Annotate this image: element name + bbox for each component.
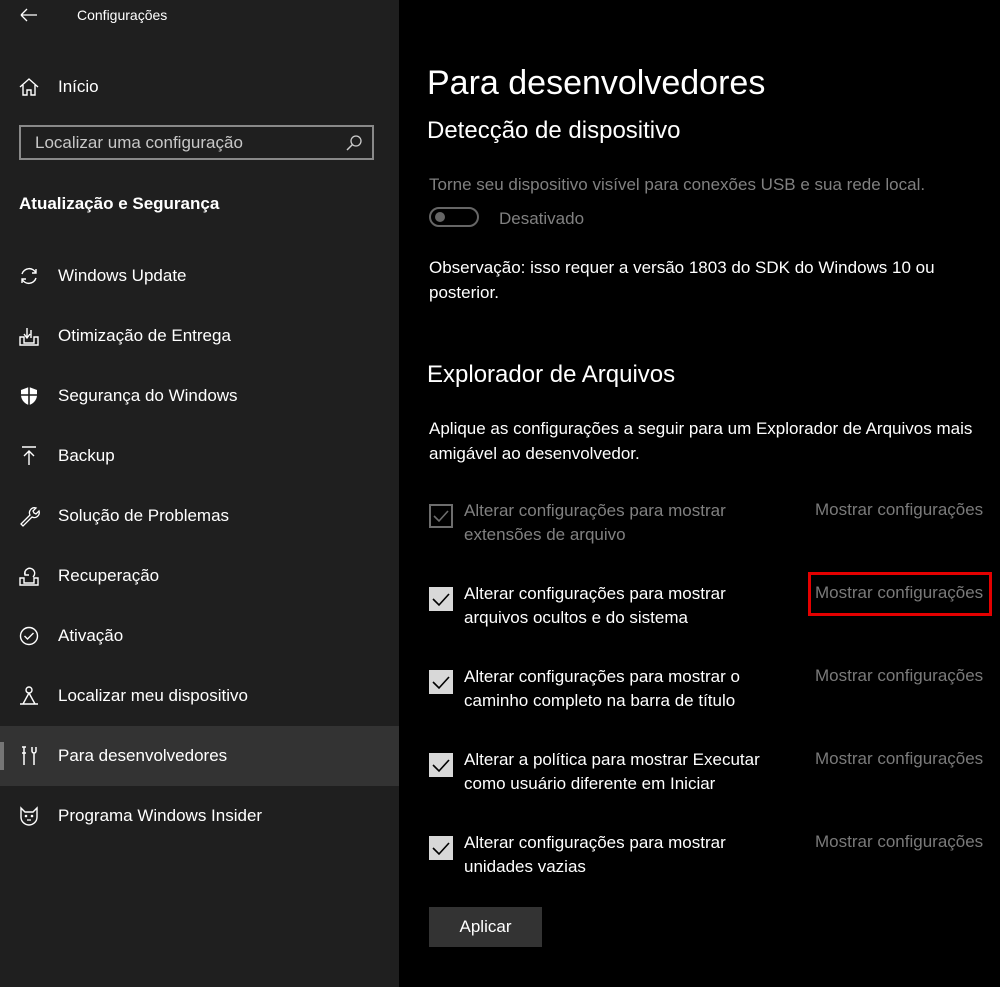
checkmark-icon [432, 593, 450, 607]
sidebar-item-find-my-device[interactable]: Localizar meu dispositivo [0, 666, 399, 726]
option-label-line2: extensões de arquivo [464, 525, 626, 544]
sdk-note: Observação: isso requer a versão 1803 do… [429, 255, 935, 305]
apply-button[interactable]: Aplicar [429, 907, 542, 947]
search-input[interactable] [21, 127, 355, 158]
show-settings-link[interactable]: Mostrar configurações [815, 666, 983, 686]
back-button[interactable] [18, 4, 42, 26]
check-circle-icon [19, 626, 39, 646]
option-label-line1: Alterar configurações para mostrar [464, 584, 726, 603]
option-label: Alterar a política para mostrar Executar… [464, 748, 774, 796]
sdk-note-line1: Observação: isso requer a versão 1803 do… [429, 258, 935, 277]
sidebar-item-label: Solução de Problemas [58, 506, 230, 525]
sidebar-item-label: Programa Windows Insider [58, 806, 263, 825]
sidebar-item-for-developers[interactable]: Para desenvolvedores [0, 726, 399, 786]
option-label-line2: como usuário diferente em Iniciar [464, 774, 716, 793]
checkmark-icon [432, 759, 450, 773]
delivery-optimization-icon [19, 328, 39, 346]
file-explorer-description-line2: amigável ao desenvolvedor. [429, 444, 640, 463]
sidebar-item-label: Início [58, 77, 99, 96]
sidebar-item-label: Localizar meu dispositivo [58, 686, 248, 705]
sidebar: Configurações Início Atualização e Segur… [0, 0, 399, 987]
checkbox-empty-drives[interactable] [429, 836, 453, 860]
checkmark-icon [432, 842, 450, 856]
checkbox-hidden-system-files[interactable] [429, 587, 453, 611]
option-label: Alterar configurações para mostrar unida… [464, 831, 774, 879]
option-label-line1: Alterar configurações para mostrar [464, 501, 726, 520]
device-discovery-toggle[interactable] [429, 207, 479, 227]
show-settings-link[interactable]: Mostrar configurações [815, 832, 983, 852]
option-label: Alterar configurações para mostrar exten… [464, 499, 774, 547]
backup-arrow-icon [22, 446, 36, 465]
highlight-annotation-box [808, 572, 992, 616]
option-file-extensions: Alterar configurações para mostrar exten… [429, 499, 999, 559]
back-arrow-icon [20, 8, 37, 22]
main-content: Para desenvolvedores Detecção de disposi… [399, 0, 1000, 987]
app-title: Configurações [77, 7, 168, 23]
checkmark-icon [433, 510, 449, 523]
sidebar-item-label: Para desenvolvedores [58, 746, 228, 765]
device-discovery-heading: Detecção de dispositivo [427, 117, 681, 144]
sidebar-item-recovery[interactable]: Recuperação [0, 546, 399, 606]
device-discovery-description: Torne seu dispositivo visível para conex… [429, 175, 926, 194]
option-label-line2: unidades vazias [464, 857, 586, 876]
insider-cat-icon [20, 806, 38, 826]
sidebar-item-windows-insider[interactable]: Programa Windows Insider [0, 786, 399, 846]
option-label: Alterar configurações para mostrar arqui… [464, 582, 774, 630]
sdk-note-line2: posterior. [429, 283, 499, 302]
section-title: Atualização e Segurança [19, 194, 220, 213]
option-label: Alterar configurações para mostrar o cam… [464, 665, 774, 713]
find-device-icon [20, 686, 38, 705]
recovery-icon [19, 567, 39, 586]
sidebar-nav-list: Windows Update Otimização de Entrega Seg… [0, 246, 399, 846]
option-label-line2: caminho completo na barra de título [464, 691, 736, 710]
show-settings-link[interactable]: Mostrar configurações [815, 749, 983, 769]
option-run-as-different-user: Alterar a política para mostrar Executar… [429, 748, 999, 808]
sidebar-item-label: Otimização de Entrega [58, 326, 231, 345]
page-title: Para desenvolvedores [427, 64, 766, 102]
sidebar-item-delivery-optimization[interactable]: Otimização de Entrega [0, 306, 399, 366]
sidebar-item-label: Segurança do Windows [58, 386, 238, 405]
search-box[interactable] [19, 125, 374, 160]
sidebar-item-label: Recuperação [58, 566, 160, 585]
shield-icon [21, 387, 37, 405]
sidebar-item-backup[interactable]: Backup [0, 426, 399, 486]
wrench-icon [20, 507, 40, 527]
sidebar-item-windows-update[interactable]: Windows Update [0, 246, 399, 306]
checkbox-run-as-different-user[interactable] [429, 753, 453, 777]
show-settings-link[interactable]: Mostrar configurações [815, 500, 983, 520]
option-label-line1: Alterar configurações para mostrar o [464, 667, 740, 686]
sidebar-item-label: Ativação [58, 626, 124, 645]
file-explorer-description: Aplique as configurações a seguir para u… [429, 416, 972, 466]
title-bar: Configurações [0, 0, 399, 32]
checkbox-full-path-title-bar[interactable] [429, 670, 453, 694]
developer-tools-icon [22, 746, 37, 765]
checkmark-icon [432, 676, 450, 690]
option-label-line2: arquivos ocultos e do sistema [464, 608, 688, 627]
file-explorer-description-line1: Aplique as configurações a seguir para u… [429, 419, 973, 438]
sidebar-item-troubleshoot[interactable]: Solução de Problemas [0, 486, 399, 546]
sidebar-item-home[interactable]: Início [0, 66, 399, 108]
toggle-knob [435, 212, 445, 222]
option-full-path-title-bar: Alterar configurações para mostrar o cam… [429, 665, 999, 725]
search-icon[interactable] [345, 134, 363, 152]
sidebar-item-label: Windows Update [58, 266, 187, 285]
option-label-line1: Alterar a política para mostrar Executar [464, 750, 760, 769]
sidebar-item-windows-security[interactable]: Segurança do Windows [0, 366, 399, 426]
checkbox-file-extensions[interactable] [429, 504, 453, 528]
file-explorer-heading: Explorador de Arquivos [427, 361, 676, 388]
home-icon [19, 78, 39, 96]
sidebar-item-label: Backup [58, 446, 115, 465]
option-label-line1: Alterar configurações para mostrar [464, 833, 726, 852]
sidebar-item-activation[interactable]: Ativação [0, 606, 399, 666]
option-empty-drives: Alterar configurações para mostrar unida… [429, 831, 999, 891]
sync-icon [21, 267, 37, 285]
toggle-state-label: Desativado [499, 209, 585, 228]
